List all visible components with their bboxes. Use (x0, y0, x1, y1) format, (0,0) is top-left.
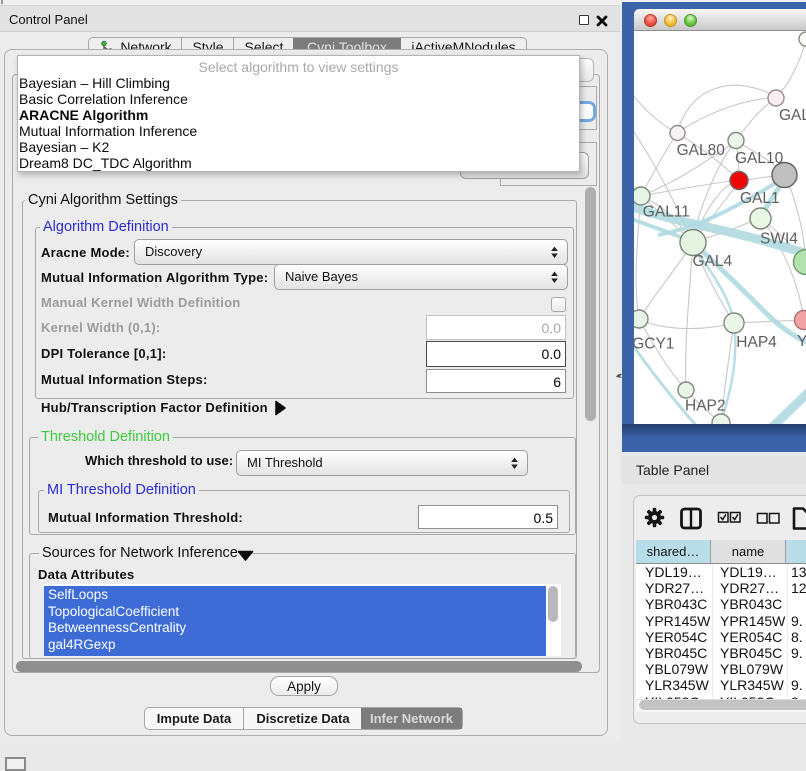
svg-text:Y: Y (797, 333, 806, 350)
svg-text:GAL1: GAL1 (740, 190, 780, 207)
svg-text:SWI4: SWI4 (760, 231, 798, 248)
svg-text:GAL10: GAL10 (735, 150, 784, 167)
svg-text:GCY1: GCY1 (634, 336, 674, 353)
svg-text:GAL4: GAL4 (693, 253, 733, 270)
svg-text:GAL2: GAL2 (779, 107, 806, 124)
svg-text:GAL11: GAL11 (643, 204, 690, 221)
svg-text:HAP2: HAP2 (685, 398, 726, 415)
svg-text:GAL80: GAL80 (677, 142, 726, 159)
svg-text:HAP4: HAP4 (736, 334, 777, 351)
